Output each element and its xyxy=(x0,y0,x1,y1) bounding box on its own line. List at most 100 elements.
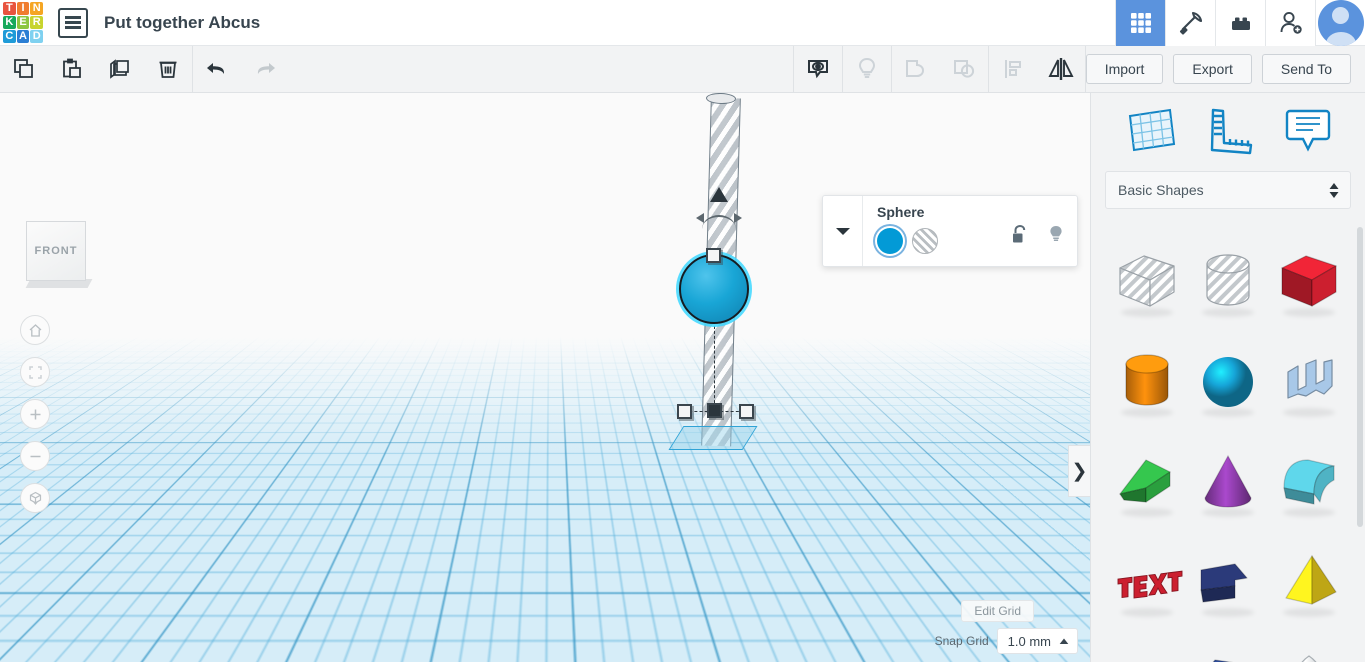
edit-grid-button[interactable]: Edit Grid xyxy=(961,600,1034,622)
note-callout-icon[interactable] xyxy=(1282,105,1334,155)
zoom-in-button[interactable] xyxy=(20,399,50,429)
add-person-icon[interactable] xyxy=(1265,0,1315,46)
resize-handle-top[interactable] xyxy=(706,248,721,263)
sidebar-tools xyxy=(1091,93,1365,167)
export-button[interactable]: Export xyxy=(1173,54,1252,84)
shape-palette-scrollbar[interactable] xyxy=(1357,227,1363,527)
logo-tile-k: K xyxy=(3,15,16,30)
send-to-button[interactable]: Send To xyxy=(1261,54,1351,84)
ortho-perspective-toggle[interactable] xyxy=(20,483,50,513)
copy-button[interactable] xyxy=(0,46,48,93)
cylinder-rod-top-cap xyxy=(705,93,737,105)
project-menu-button[interactable] xyxy=(58,7,88,38)
right-sidebar: Basic Shapes xyxy=(1090,93,1365,662)
view-cube-label: FRONT xyxy=(26,221,86,281)
gallery-grid-icon[interactable] xyxy=(1115,0,1165,46)
delete-button[interactable] xyxy=(144,46,192,93)
tinker-pickaxe-icon[interactable] xyxy=(1165,0,1215,46)
edit-tools-group xyxy=(0,46,192,93)
shape-library-label: Basic Shapes xyxy=(1118,182,1204,198)
text-shape[interactable] xyxy=(1107,531,1188,631)
fit-to-view-button[interactable] xyxy=(20,357,50,387)
redo-icon xyxy=(257,63,275,74)
view-orientation-cube[interactable]: FRONT xyxy=(25,221,93,289)
import-button[interactable]: Import xyxy=(1085,54,1164,84)
inspector-body: Sphere xyxy=(863,196,1077,266)
chevron-down-icon xyxy=(835,228,850,235)
align-button[interactable] xyxy=(989,46,1037,93)
caret-up-icon xyxy=(1059,638,1069,644)
page-title: Put together Abcus xyxy=(104,12,261,32)
polygon-shape[interactable] xyxy=(1188,631,1269,662)
header-actions xyxy=(1115,0,1365,46)
solid-color-swatch[interactable] xyxy=(877,228,903,254)
cylinder-hole-shape[interactable] xyxy=(1188,231,1269,331)
logo-tile-t: T xyxy=(3,1,16,15)
undo-icon xyxy=(207,63,225,74)
shape-palette xyxy=(1091,223,1365,662)
torus-shape[interactable] xyxy=(1107,631,1188,662)
rotate-handle[interactable] xyxy=(696,213,742,229)
roof-shape[interactable] xyxy=(1268,431,1349,531)
home-icon xyxy=(29,323,41,337)
align-icon xyxy=(1004,60,1021,78)
tinkercad-app: TINKERCAD Put together Abcus Import Expo… xyxy=(0,0,1365,662)
arrow-shape[interactable] xyxy=(1188,531,1269,631)
paste-button[interactable] xyxy=(48,46,96,93)
tinkercad-logo[interactable]: TINKERCAD xyxy=(0,0,46,46)
redo-button[interactable] xyxy=(241,46,289,93)
delete-trash-icon xyxy=(159,61,177,78)
list-menu-icon xyxy=(65,26,81,29)
logo-tile-n: N xyxy=(30,1,43,15)
inspector-collapse-button[interactable] xyxy=(823,196,863,266)
select-arrows-icon xyxy=(1329,182,1339,198)
cone-shape[interactable] xyxy=(1188,431,1269,531)
shape-inspector-panel: Sphere xyxy=(822,195,1078,267)
avatar[interactable] xyxy=(1315,0,1365,46)
copy-icon xyxy=(14,59,33,78)
mirror-button[interactable] xyxy=(1037,46,1085,93)
unlock-padlock-icon[interactable] xyxy=(1011,224,1029,251)
cylinder-shape[interactable] xyxy=(1107,331,1188,431)
logo-tile-e: E xyxy=(16,15,30,30)
ruler-icon[interactable] xyxy=(1203,105,1257,155)
workplane-icon[interactable] xyxy=(1122,104,1178,156)
snap-grid-label: Snap Grid xyxy=(934,634,989,648)
blocks-brick-icon[interactable] xyxy=(1215,0,1265,46)
box-shape[interactable] xyxy=(1268,231,1349,331)
undo-button[interactable] xyxy=(193,46,241,93)
panel-collapse-tab[interactable]: ❯ xyxy=(1068,445,1090,497)
inspector-title: Sphere xyxy=(877,204,925,220)
move-up-arrow-handle[interactable] xyxy=(710,187,728,202)
wedge-shape[interactable] xyxy=(1107,431,1188,531)
plus-icon xyxy=(30,409,40,419)
sphere-shape[interactable] xyxy=(1188,331,1269,431)
shape-library-select[interactable]: Basic Shapes xyxy=(1105,171,1351,209)
sphere-object[interactable] xyxy=(679,254,749,324)
paraboloid-shape[interactable] xyxy=(1268,631,1349,662)
lightbulb-hint-icon xyxy=(858,57,875,78)
scribble-shape[interactable] xyxy=(1268,331,1349,431)
show-hide-button[interactable] xyxy=(794,46,842,93)
ungroup-button[interactable] xyxy=(940,46,988,93)
box-hole-shape[interactable] xyxy=(1107,231,1188,331)
pyramid-shape[interactable] xyxy=(1268,531,1349,631)
lightbulb-icon[interactable] xyxy=(1047,224,1065,251)
home-view-button[interactable] xyxy=(20,315,50,345)
viewport-nav-controls xyxy=(20,315,50,525)
duplicate-icon xyxy=(110,59,129,79)
snap-grid-controls: Snap Grid 1.0 mm xyxy=(935,628,1078,654)
logo-tile-a: A xyxy=(16,30,30,44)
zoom-out-button[interactable] xyxy=(20,441,50,471)
show-hide-eye-icon xyxy=(807,60,828,79)
toolbar-actions: Import Export Send To xyxy=(1085,54,1365,84)
logo-tile-r: R xyxy=(30,15,43,30)
snap-grid-select[interactable]: 1.0 mm xyxy=(996,628,1078,654)
hole-swatch[interactable] xyxy=(912,228,938,254)
list-menu-icon xyxy=(65,16,81,19)
group-button[interactable] xyxy=(892,46,940,93)
hint-button[interactable] xyxy=(843,46,891,93)
duplicate-button[interactable] xyxy=(96,46,144,93)
group-shapes-icon xyxy=(905,60,924,77)
3d-viewport[interactable]: FRONT Sphere ❯ Edit Grid Snap Grid 1.0 m… xyxy=(0,93,1090,662)
